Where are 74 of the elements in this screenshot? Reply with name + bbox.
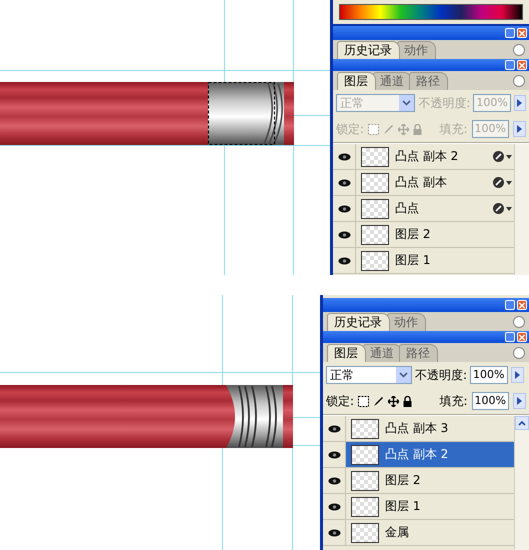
opacity-field[interactable]: 100% bbox=[470, 366, 508, 384]
layer-thumbnail bbox=[361, 250, 389, 270]
panel-menu-button[interactable] bbox=[513, 75, 525, 87]
minimize-button[interactable] bbox=[505, 332, 515, 342]
close-button[interactable] bbox=[517, 60, 527, 70]
chevron-up-icon bbox=[518, 420, 526, 426]
fill-slider-button[interactable] bbox=[513, 121, 526, 137]
fill-label: 填充: bbox=[440, 120, 468, 138]
layer-thumbnail bbox=[351, 522, 379, 542]
layer-name: 凸点 副本 2 bbox=[395, 148, 458, 165]
close-button[interactable] bbox=[517, 28, 527, 38]
layer-name: 图层 2 bbox=[385, 472, 420, 489]
panel-menu-button[interactable] bbox=[513, 44, 525, 56]
layer-thumbnail bbox=[361, 146, 389, 166]
panel-tab[interactable]: 历史记录 bbox=[327, 313, 390, 331]
move-icon[interactable] bbox=[388, 396, 400, 406]
fill-slider-button[interactable] bbox=[513, 393, 526, 409]
opacity-label: 不透明度: bbox=[415, 366, 468, 384]
fill-label: 填充: bbox=[440, 392, 468, 410]
layer-thumbnail bbox=[351, 470, 379, 490]
layer-thumbnail bbox=[351, 496, 379, 516]
layer-thumbnail bbox=[351, 444, 379, 464]
eye-icon[interactable] bbox=[328, 424, 340, 432]
close-icon bbox=[518, 332, 526, 342]
layer-row[interactable]: 金属 bbox=[323, 520, 514, 546]
triangle-right-icon bbox=[517, 125, 522, 133]
fill-field[interactable]: 100% bbox=[472, 392, 509, 410]
layer-name: 凸点 副本 3 bbox=[385, 420, 448, 437]
close-button[interactable] bbox=[517, 300, 527, 310]
layer-name: 图层 2 bbox=[395, 226, 430, 243]
minimize-button[interactable] bbox=[505, 28, 515, 38]
lock-transparency-icon[interactable] bbox=[358, 396, 370, 406]
close-icon bbox=[518, 28, 526, 38]
layer-name: 凸点 副本 bbox=[395, 174, 447, 191]
brush-icon[interactable] bbox=[373, 396, 384, 406]
chevron-down-icon bbox=[399, 372, 408, 378]
close-icon bbox=[518, 60, 526, 70]
eye-icon[interactable] bbox=[328, 528, 340, 536]
layer-thumbnail bbox=[361, 224, 389, 244]
layer-name: 金属 bbox=[385, 524, 409, 541]
eye-icon[interactable] bbox=[328, 450, 340, 458]
scrollbar[interactable] bbox=[514, 416, 529, 550]
panel-tab[interactable]: 动作 bbox=[387, 313, 426, 331]
panel-menu-button[interactable] bbox=[513, 347, 525, 359]
blend-mode-dropdown[interactable]: 正常 bbox=[326, 366, 412, 384]
opacity-slider-button[interactable] bbox=[510, 367, 524, 383]
triangle-right-icon bbox=[517, 99, 522, 107]
opacity-label: 不透明度: bbox=[418, 94, 470, 112]
minimize-button[interactable] bbox=[505, 60, 515, 70]
scroll-up-button[interactable] bbox=[515, 416, 529, 430]
lock-icon[interactable] bbox=[403, 396, 412, 406]
triangle-right-icon bbox=[514, 371, 520, 379]
panel-menu-button[interactable] bbox=[513, 316, 525, 328]
lock-label: 锁定: bbox=[326, 392, 354, 410]
panel-tab[interactable]: 路径 bbox=[399, 344, 438, 362]
chevron-down-icon bbox=[402, 100, 412, 106]
close-icon bbox=[518, 300, 526, 310]
layer-name: 凸点 副本 2 bbox=[385, 446, 448, 463]
eye-icon[interactable] bbox=[328, 476, 340, 484]
layer-row[interactable]: 图层 2 bbox=[323, 468, 514, 494]
layer-row[interactable]: 图层 1 bbox=[323, 494, 514, 520]
layer-thumbnail bbox=[361, 172, 389, 192]
triangle-right-icon bbox=[517, 397, 522, 405]
panel-tab[interactable]: 图层 bbox=[327, 344, 366, 362]
eye-icon[interactable] bbox=[328, 502, 340, 510]
layer-name: 图层 1 bbox=[385, 498, 420, 515]
layer-row[interactable]: 凸点 副本 2 bbox=[323, 442, 514, 468]
layer-name: 凸点 bbox=[395, 200, 419, 217]
lock-label: 锁定: bbox=[336, 120, 364, 138]
close-button[interactable] bbox=[517, 332, 527, 342]
layer-thumbnail bbox=[361, 198, 389, 218]
layer-name: 图层 1 bbox=[395, 252, 430, 269]
minimize-button[interactable] bbox=[505, 300, 515, 310]
layer-thumbnail bbox=[351, 418, 379, 438]
